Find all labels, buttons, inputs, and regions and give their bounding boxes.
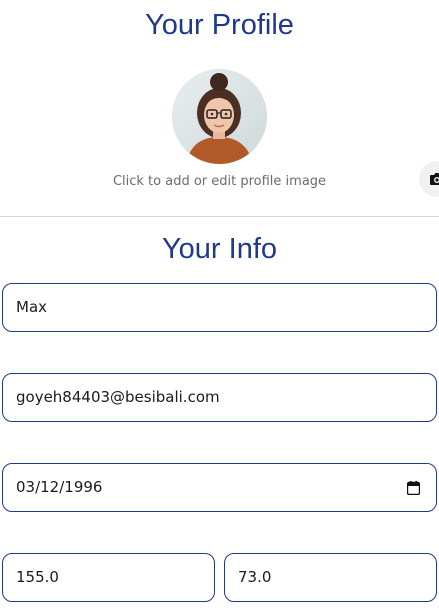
info-section-title: Your Info	[161, 233, 278, 265]
height-value: 155.0	[16, 568, 59, 586]
avatar[interactable]	[172, 69, 267, 164]
camera-button[interactable]	[419, 161, 439, 197]
weight-field[interactable]: 73.0	[224, 553, 437, 602]
page-title: Your Profile	[145, 9, 294, 41]
name-value: Max	[16, 298, 48, 316]
name-field[interactable]: Max	[2, 283, 437, 332]
profile-photo	[172, 69, 267, 164]
email-value: goyeh84403@besibali.com	[16, 388, 220, 406]
calendar-icon[interactable]	[407, 481, 420, 495]
section-divider	[0, 216, 439, 217]
avatar-hint: Click to add or edit profile image	[112, 174, 327, 189]
height-field[interactable]: 155.0	[2, 553, 215, 602]
email-field[interactable]: goyeh84403@besibali.com	[2, 373, 437, 422]
birthdate-field[interactable]: 03/12/1996	[2, 463, 437, 512]
birthdate-value: 03/12/1996	[16, 478, 103, 496]
camera-icon	[430, 173, 439, 185]
weight-value: 73.0	[238, 568, 272, 586]
